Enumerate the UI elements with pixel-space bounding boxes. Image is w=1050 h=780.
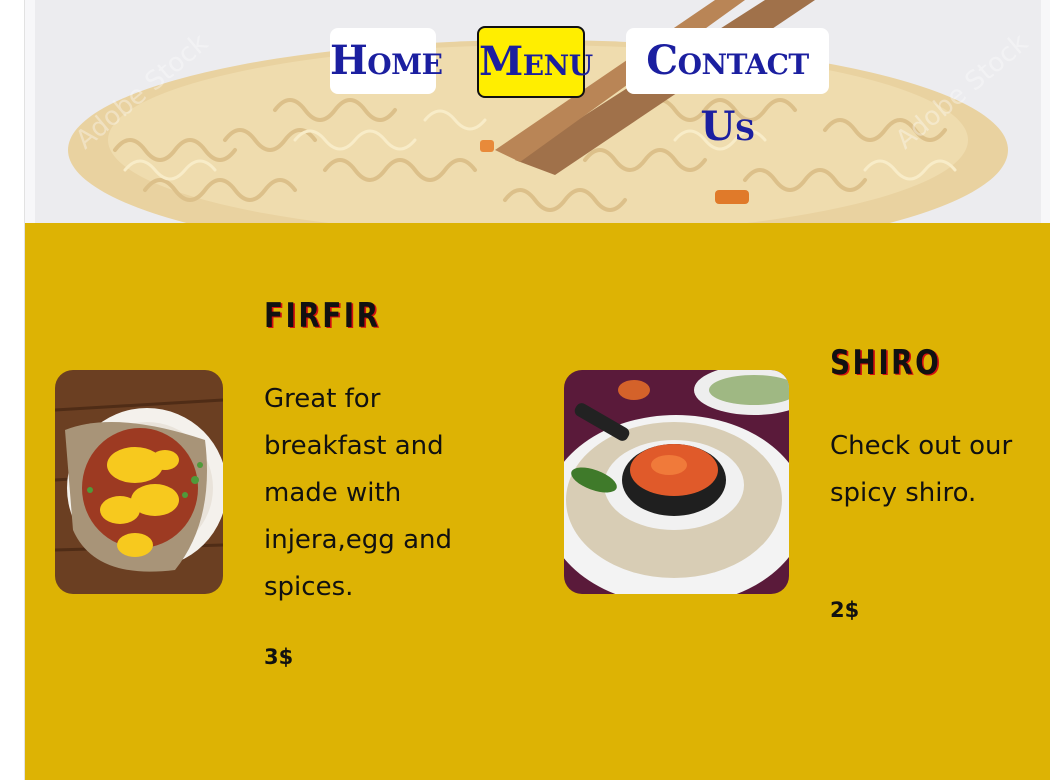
main-nav: Home Menu Contact Us (25, 26, 1050, 150)
dish-price-shiro: 2$ (830, 598, 860, 622)
dish-description-firfir: Great for breakfast and made with injera… (264, 384, 452, 602)
shiro-image (564, 370, 789, 594)
dish-description-shiro: Check out our spicy shiro. (830, 431, 1013, 508)
nav-home-button[interactable]: Home (330, 28, 443, 94)
dish-title-shiro: SHIRO (830, 343, 942, 383)
dish-title-firfir: FIRFIR (264, 296, 381, 336)
dish-price-firfir: 3$ (264, 645, 294, 669)
hero-banner: Adobe Stock Adobe Stock Home Menu Contac… (25, 0, 1050, 223)
firfir-image (55, 370, 223, 594)
menu-section: FIRFIR Great for breakfast and made with… (25, 223, 1050, 780)
nav-contact-button[interactable]: Contact Us (626, 28, 829, 150)
page: Adobe Stock Adobe Stock Home Menu Contac… (24, 0, 1050, 780)
nav-menu-button[interactable]: Menu (477, 26, 593, 98)
